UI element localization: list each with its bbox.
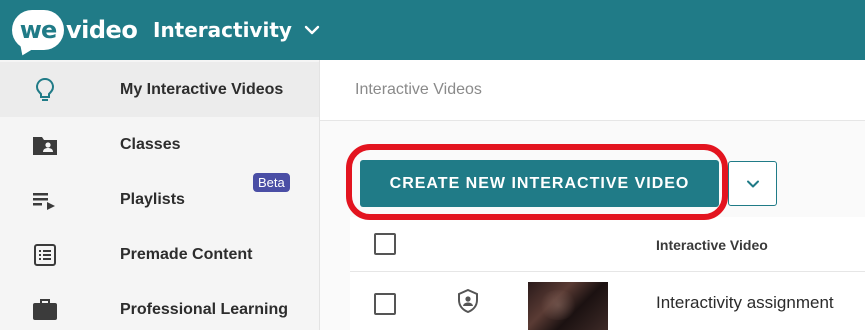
app-switcher[interactable]: Interactivity — [153, 14, 320, 46]
sidebar-item-professional-learning[interactable]: Professional Learning — [0, 282, 319, 330]
create-options-dropdown-button[interactable] — [728, 161, 777, 206]
lightbulb-icon — [32, 77, 58, 103]
app-name: Interactivity — [153, 18, 292, 42]
chevron-down-icon — [746, 180, 759, 187]
sidebar-item-my-interactive-videos[interactable]: My Interactive Videos — [0, 62, 319, 117]
top-header: we video Interactivity — [0, 0, 865, 60]
video-title[interactable]: Interactivity assignment — [656, 293, 834, 313]
sidebar-item-classes[interactable]: Classes — [0, 117, 319, 172]
logo-bubble: we — [12, 10, 64, 50]
select-all-checkbox[interactable] — [374, 233, 396, 255]
sidebar-item-label: My Interactive Videos — [120, 80, 284, 98]
breadcrumb-bar: Interactive Videos — [320, 60, 865, 121]
videos-table: Interactive Video Interactivity assignme… — [350, 217, 865, 330]
sidebar-item-label: Classes — [120, 135, 181, 153]
chevron-down-icon — [304, 25, 320, 35]
briefcase-icon — [32, 297, 58, 323]
sidebar-item-label: Professional Learning — [120, 300, 289, 318]
wevideo-logo[interactable]: we video — [12, 8, 138, 52]
sidebar-item-premade-content[interactable]: Premade Content — [0, 227, 319, 282]
video-thumbnail[interactable] — [528, 282, 608, 330]
sidebar-item-label: Premade Content — [120, 245, 253, 263]
row-checkbox[interactable] — [374, 293, 396, 315]
logo-video-text: video — [66, 16, 138, 44]
list-icon — [32, 242, 58, 268]
playlist-icon — [32, 187, 58, 213]
shield-user-icon — [458, 289, 478, 313]
logo-we-text: we — [19, 16, 57, 44]
table-header: Interactive Video — [350, 217, 865, 272]
sidebar: My Interactive Videos Classes Playlists — [0, 60, 320, 330]
sidebar-item-label: Playlists — [120, 190, 185, 208]
breadcrumb: Interactive Videos — [355, 81, 482, 98]
beta-badge: Beta — [253, 173, 290, 192]
annotation-highlight — [346, 144, 728, 220]
table-row[interactable]: Interactivity assignment — [350, 272, 865, 330]
folder-user-icon — [32, 132, 58, 158]
column-header-interactive-video[interactable]: Interactive Video — [656, 237, 768, 253]
